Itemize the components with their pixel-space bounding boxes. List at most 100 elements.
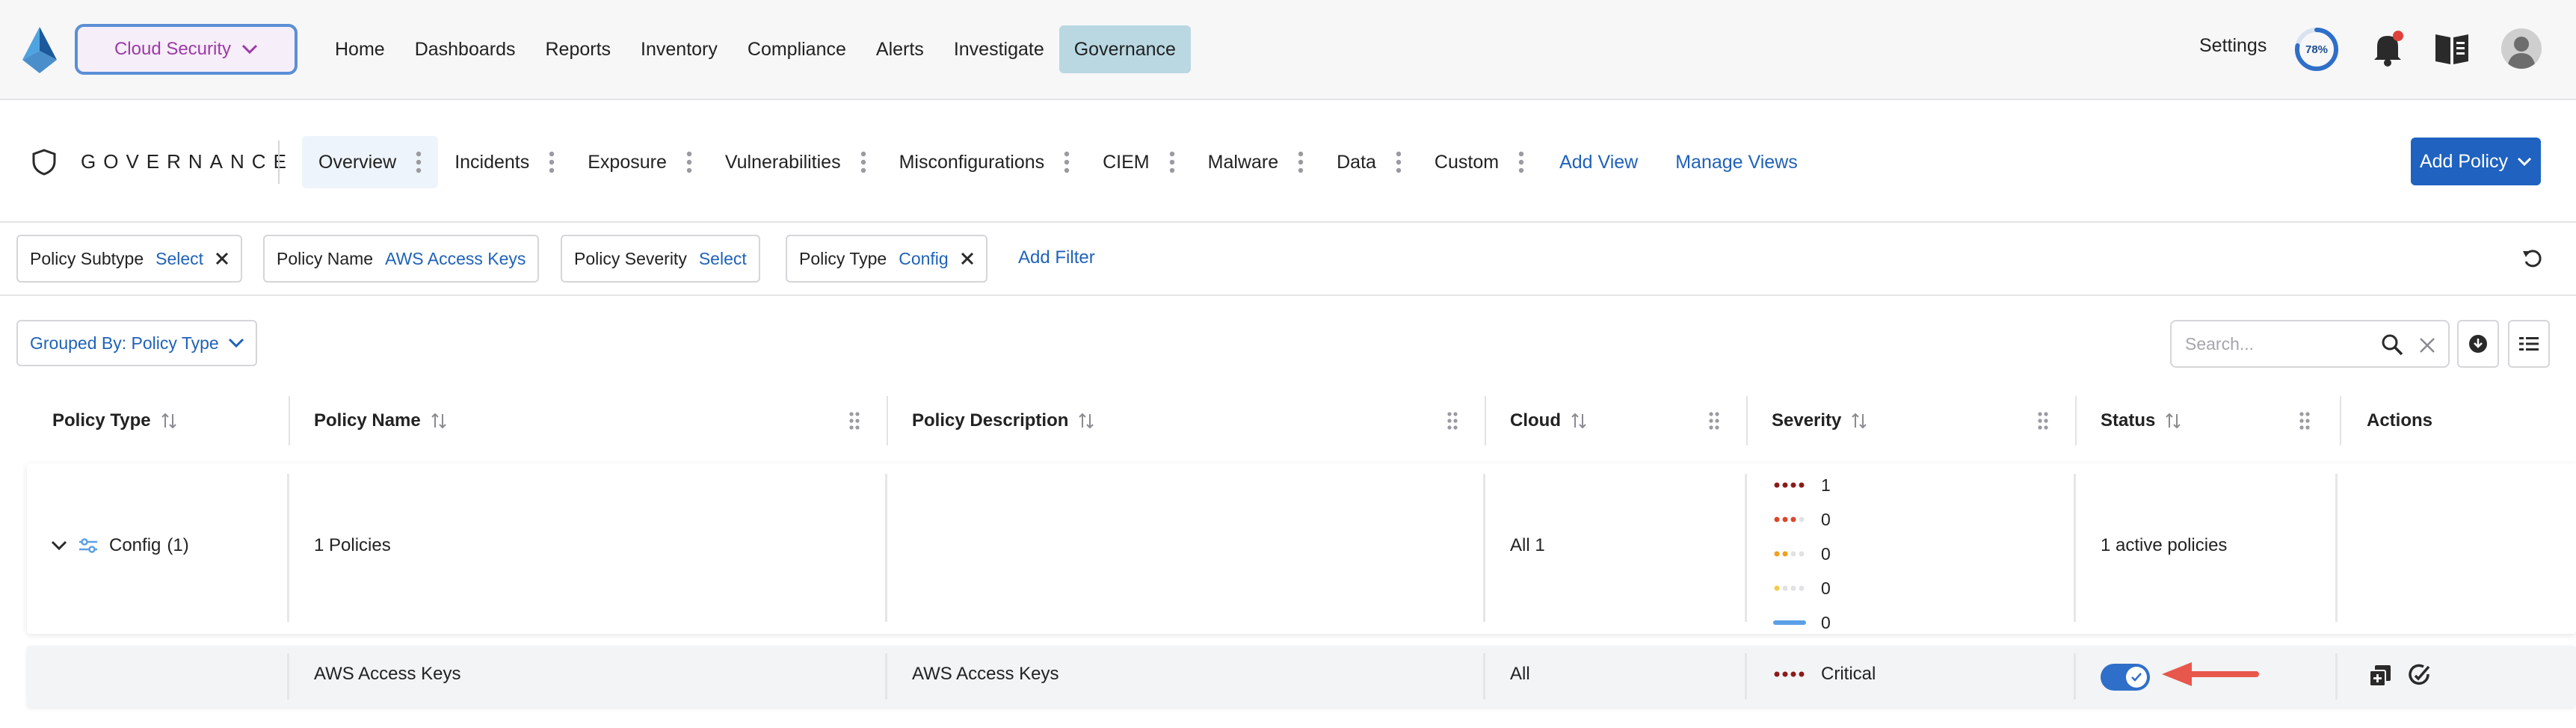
sort-icon[interactable] — [1570, 412, 1588, 430]
severity-count: 0 — [1821, 578, 1831, 598]
drag-handle-icon[interactable] — [848, 411, 860, 431]
chevron-down-icon[interactable] — [51, 540, 67, 551]
filter-chip-policy-severity[interactable]: Policy Severity Select — [561, 235, 760, 283]
kebab-menu-icon[interactable] — [416, 150, 422, 174]
column-divider[interactable] — [887, 396, 888, 445]
tab-custom[interactable]: Custom — [1418, 136, 1541, 188]
sort-icon[interactable] — [2164, 412, 2182, 430]
column-header-status[interactable]: Status — [2101, 393, 2182, 448]
tab-label: Vulnerabilities — [724, 151, 841, 173]
filter-value[interactable]: Select — [699, 249, 747, 269]
tab-ciem[interactable]: CIEM — [1086, 136, 1192, 188]
kebab-menu-icon[interactable] — [860, 150, 866, 174]
column-divider[interactable] — [289, 396, 290, 445]
policy-name-cell[interactable]: AWS Access Keys — [314, 664, 461, 685]
column-header-policy-description[interactable]: Policy Description — [912, 393, 1095, 448]
policy-status-toggle[interactable] — [2101, 664, 2150, 691]
clear-search-icon[interactable] — [2418, 336, 2436, 354]
tab-incidents[interactable]: Incidents — [438, 136, 571, 188]
clone-policy-icon[interactable] — [2368, 664, 2392, 688]
column-header-cloud[interactable]: Cloud — [1510, 393, 1588, 448]
group-status-cell: 1 active policies — [2101, 535, 2228, 555]
nav-governance[interactable]: Governance — [1059, 25, 1191, 73]
reset-filters-icon[interactable] — [2521, 247, 2543, 269]
drag-handle-icon[interactable] — [2037, 411, 2049, 431]
manage-views-link[interactable]: Manage Views — [1657, 136, 1817, 188]
nav-inventory[interactable]: Inventory — [626, 25, 733, 73]
edit-policy-icon[interactable] — [2407, 664, 2431, 688]
nav-reports[interactable]: Reports — [531, 25, 626, 73]
nav-home[interactable]: Home — [320, 25, 400, 73]
policy-description-cell: AWS Access Keys — [912, 664, 1059, 684]
column-header-policy-name[interactable]: Policy Name — [314, 393, 448, 448]
tab-data[interactable]: Data — [1320, 136, 1418, 188]
kebab-menu-icon[interactable] — [1298, 150, 1304, 174]
column-divider[interactable] — [1746, 396, 1748, 445]
tab-exposure[interactable]: Exposure — [571, 136, 709, 188]
settings-link[interactable]: Settings — [2199, 35, 2267, 57]
close-icon[interactable] — [961, 252, 974, 265]
add-policy-button[interactable]: Add Policy — [2411, 138, 2541, 185]
kebab-menu-icon[interactable] — [686, 150, 692, 174]
kebab-menu-icon[interactable] — [1064, 150, 1070, 174]
sort-icon[interactable] — [160, 412, 178, 430]
nav-alerts[interactable]: Alerts — [861, 25, 939, 73]
kebab-menu-icon[interactable] — [1169, 150, 1175, 174]
add-view-link[interactable]: Add View — [1541, 136, 1657, 188]
tab-overview[interactable]: Overview — [302, 136, 439, 188]
group-policies-cell: 1 Policies — [314, 535, 391, 555]
kebab-menu-icon[interactable] — [549, 150, 555, 174]
tab-malware[interactable]: Malware — [1192, 136, 1320, 188]
tab-misconfigurations[interactable]: Misconfigurations — [883, 136, 1087, 188]
column-list-icon — [2519, 337, 2539, 351]
column-divider[interactable] — [2340, 396, 2341, 445]
filter-value[interactable]: Select — [155, 249, 203, 269]
filter-value[interactable]: Config — [899, 249, 948, 269]
book-icon[interactable] — [2433, 31, 2471, 66]
kebab-menu-icon[interactable] — [1518, 150, 1524, 174]
severity-count: 0 — [1821, 543, 1831, 564]
download-button[interactable] — [2457, 320, 2499, 368]
search-input[interactable] — [2185, 332, 2372, 356]
column-header-severity[interactable]: Severity — [1772, 393, 1868, 448]
search-icon[interactable] — [2381, 333, 2403, 356]
sort-icon[interactable] — [430, 412, 448, 430]
kebab-menu-icon[interactable] — [1396, 150, 1402, 174]
filter-chip-policy-type[interactable]: Policy Type Config — [786, 235, 987, 283]
cell-divider — [2335, 653, 2338, 700]
tab-label: Exposure — [588, 151, 667, 173]
notification-dot — [2393, 31, 2403, 41]
nav-investigate[interactable]: Investigate — [939, 25, 1059, 73]
top-navigation-bar: Cloud Security Home Dashboards Reports I… — [0, 0, 2576, 100]
avatar[interactable] — [2501, 28, 2542, 69]
drag-handle-icon[interactable] — [2299, 411, 2311, 431]
nav-dashboards[interactable]: Dashboards — [400, 25, 531, 73]
filter-chip-policy-subtype[interactable]: Policy Subtype Select — [16, 235, 243, 283]
toggle-knob — [2126, 667, 2147, 688]
sort-icon[interactable] — [1850, 412, 1868, 430]
column-divider[interactable] — [2075, 396, 2077, 445]
add-filter-link[interactable]: Add Filter — [1018, 247, 1095, 268]
group-type-cell: Config (1) — [51, 535, 189, 556]
severity-informational-icon — [1773, 620, 1806, 625]
column-label: Severity — [1772, 410, 1842, 431]
close-icon[interactable] — [215, 252, 229, 265]
column-settings-button[interactable] — [2508, 320, 2550, 368]
product-switcher-button[interactable]: Cloud Security — [75, 24, 298, 75]
column-divider[interactable] — [1485, 396, 1486, 445]
tab-label: Overview — [318, 151, 397, 173]
filter-value[interactable]: AWS Access Keys — [385, 249, 526, 269]
bell-icon[interactable] — [2370, 30, 2406, 67]
nav-compliance[interactable]: Compliance — [733, 25, 861, 73]
tab-vulnerabilities[interactable]: Vulnerabilities — [709, 136, 883, 188]
column-header-policy-type[interactable]: Policy Type — [52, 393, 178, 448]
filter-chip-policy-name[interactable]: Policy Name AWS Access Keys — [263, 235, 540, 283]
sort-icon[interactable] — [1077, 412, 1095, 430]
onboarding-progress-ring[interactable]: 78% — [2293, 26, 2340, 73]
severity-count: 0 — [1821, 509, 1831, 529]
column-label: Policy Name — [314, 410, 421, 431]
drag-handle-icon[interactable] — [1446, 411, 1458, 431]
prisma-logo-icon[interactable] — [21, 27, 58, 73]
group-by-dropdown[interactable]: Grouped By: Policy Type — [16, 320, 257, 366]
drag-handle-icon[interactable] — [1708, 411, 1720, 431]
